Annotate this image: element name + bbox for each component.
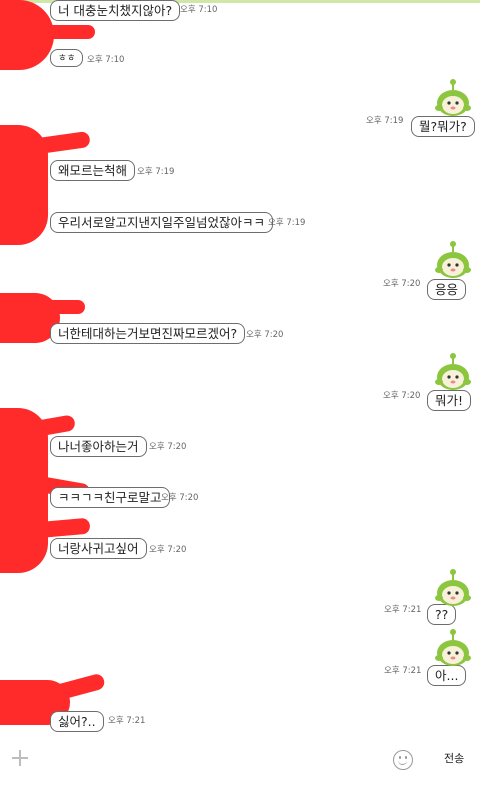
message-time: 오후 7:21 [384,605,422,615]
chat-message-bubble[interactable]: 너랑사귀고싶어 [50,538,147,559]
smiley-eye [405,756,407,759]
redaction-mark [34,517,91,539]
chat-message-bubble[interactable]: ㅋㅋㄱㅋ친구로말고 [50,487,170,508]
message-time: 오후 7:19 [137,167,175,177]
chat-message-bubble[interactable]: 응응 [427,279,467,300]
plus-icon[interactable] [10,748,30,768]
chat-message-bubble[interactable]: 너 대충눈치챘지않아? [50,0,181,21]
message-time: 오후 7:10 [87,55,125,65]
message-time: 오후 7:20 [161,493,199,503]
message-time: 오후 7:20 [149,545,187,555]
send-button[interactable]: 전송 [444,750,464,766]
smiley-mouth [398,760,407,765]
alien-avatar-icon[interactable] [433,352,473,394]
alien-avatar-icon[interactable] [433,240,473,282]
smiley-icon[interactable] [393,750,413,770]
alien-avatar-icon[interactable] [433,78,473,120]
chat-message-bubble[interactable]: 싫어?.. [50,711,104,732]
chat-message-bubble[interactable]: 왜모르는척해 [50,160,136,181]
message-time: 오후 7:10 [180,5,218,15]
chat-message-bubble[interactable]: 우리서로알고지낸지일주일넘었잖아ㅋㅋ [50,212,274,233]
message-time: 오후 7:21 [108,716,146,726]
message-time: 오후 7:20 [246,330,284,340]
message-time: 오후 7:20 [383,279,421,289]
message-time: 오후 7:19 [366,116,404,126]
chat-message-bubble[interactable]: 너한테대하는거보면진짜모르겠어? [50,323,246,344]
alien-avatar-icon[interactable] [433,568,473,610]
chat-message-bubble[interactable]: ㅎㅎ [50,49,84,67]
message-time: 오후 7:20 [383,391,421,401]
redaction-mark [40,25,95,39]
alien-avatar-icon[interactable] [433,628,473,670]
message-time: 오후 7:20 [149,442,187,452]
smiley-eye [399,756,401,759]
message-time: 오후 7:19 [268,218,306,228]
redaction-mark [43,672,107,704]
chat-message-bubble[interactable]: 나너좋아하는거 [50,436,147,457]
redaction-mark [40,300,85,314]
message-time: 오후 7:21 [384,666,422,676]
